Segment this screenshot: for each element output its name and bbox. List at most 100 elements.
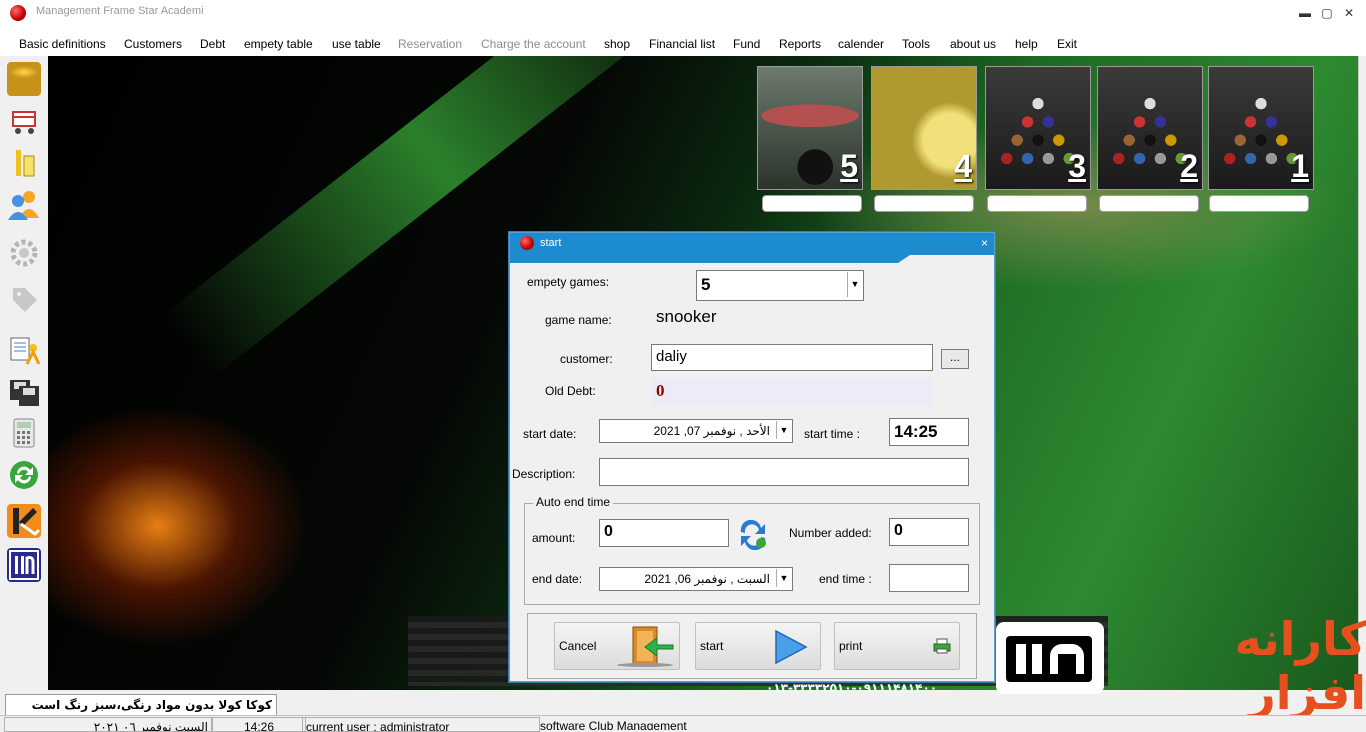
tag-disabled-icon [7, 282, 41, 316]
dialog-title: start [540, 237, 562, 249]
chevron-down-icon[interactable]: ▼ [776, 421, 791, 439]
close-window-button[interactable]: ✕ [1340, 4, 1358, 22]
amount-label: amount: [532, 531, 576, 545]
table-number: 3 [1068, 148, 1086, 184]
table-card-2[interactable]: 2 [1097, 66, 1203, 190]
customer-field[interactable]: daliy [651, 344, 933, 371]
chevron-down-icon[interactable]: ▼ [847, 272, 862, 297]
menu-help[interactable]: help [1015, 37, 1038, 51]
table-status-bar-3[interactable] [987, 195, 1087, 212]
menu-empety-table[interactable]: empety table [244, 37, 313, 51]
dialog-ball-icon [520, 236, 534, 250]
table-card-1[interactable]: 1 [1208, 66, 1314, 190]
refresh-icon[interactable] [7, 458, 41, 492]
status-bar: السبت نوفمبر ٠٦ ٢٠٢١ 14:26 current user … [0, 715, 1366, 732]
right-scroll-strip [1358, 56, 1366, 690]
chevron-down-icon[interactable]: ▼ [776, 569, 791, 587]
ticker-message: کوکا کولا بدون مواد رنگی،سبز رنگ است [5, 694, 277, 716]
customer-label: customer: [560, 352, 613, 366]
menu-about-us[interactable]: about us [950, 37, 996, 51]
start-button-label: start [700, 639, 724, 653]
number-added-label: Number added: [789, 526, 872, 540]
brand-logo-mark [996, 622, 1104, 694]
old-debt-value: 0 [656, 381, 665, 400]
description-field[interactable] [599, 458, 969, 486]
end-time-field[interactable] [889, 564, 969, 592]
start-date-picker[interactable]: الأحد , نوفمبر 07, 2021 ▼ [599, 419, 793, 443]
window-titlebar: Management Frame Star Academi ▬ ▢ ✕ [0, 0, 1366, 27]
play-icon [774, 629, 808, 665]
table-status-bar-1[interactable] [1209, 195, 1309, 212]
dialog-close-button[interactable]: × [981, 236, 988, 250]
start-button[interactable]: start [695, 622, 821, 670]
menu-reports[interactable]: Reports [779, 37, 821, 51]
menu-shop[interactable]: shop [604, 37, 630, 51]
exit-door-icon [613, 625, 675, 667]
auto-end-time-title: Auto end time [533, 495, 614, 509]
end-date-value: السبت , نوفمبر 06, 2021 [644, 572, 770, 586]
start-date-label: start date: [523, 427, 577, 441]
customer-browse-button[interactable]: ... [941, 349, 969, 369]
table-card-5[interactable]: 5 [757, 66, 863, 190]
start-date-value: الأحد , نوفمبر 07, 2021 [653, 424, 770, 438]
menu-tools[interactable]: Tools [902, 37, 930, 51]
printer-icon [933, 637, 951, 655]
amount-value: 0 [604, 523, 613, 540]
number-added-value: 0 [894, 522, 903, 539]
empty-games-value: 5 [701, 275, 711, 294]
empty-games-select[interactable]: 5 ▼ [696, 270, 864, 301]
calculator-icon[interactable] [7, 416, 41, 450]
drink-icon[interactable] [7, 146, 41, 180]
table-status-bar-2[interactable] [1099, 195, 1199, 212]
game-name-value: snooker [656, 307, 717, 326]
description-label: Description: [512, 467, 576, 481]
dialog-button-panel: Cancel start print [527, 613, 977, 679]
start-time-value: 14:25 [894, 422, 938, 441]
menu-use-table[interactable]: use table [332, 37, 381, 51]
k-app-icon[interactable] [7, 504, 41, 538]
menu-basic-definitions[interactable]: Basic definitions [19, 37, 106, 51]
cancel-button[interactable]: Cancel [554, 622, 680, 670]
table-number: 1 [1291, 148, 1309, 184]
contacts-icon[interactable] [7, 332, 41, 366]
cart-icon[interactable] [7, 104, 41, 138]
customer-value: daliy [656, 348, 687, 365]
menu-bar: Basic definitions Customers Debt empety … [0, 26, 1366, 56]
minimize-button[interactable]: ▬ [1296, 4, 1314, 22]
table-card-3[interactable]: 3 [985, 66, 1091, 190]
table-number: 4 [954, 148, 972, 184]
dialog-titlebar: start × [510, 233, 994, 255]
print-button[interactable]: print [834, 622, 960, 670]
tabakh-app-icon[interactable] [7, 548, 41, 582]
window-title: Management Frame Star Academi [36, 5, 204, 17]
menu-calender[interactable]: calender [838, 37, 884, 51]
menu-reservation: Reservation [398, 37, 463, 51]
dialog-header-tab [510, 255, 910, 263]
end-date-label: end date: [532, 572, 583, 586]
menu-customers[interactable]: Customers [124, 37, 182, 51]
menu-fund[interactable]: Fund [733, 37, 760, 51]
end-time-label: end time : [819, 572, 872, 586]
users-icon[interactable] [7, 188, 41, 222]
old-debt-field: 0 [651, 378, 933, 406]
coins-icon[interactable] [7, 62, 41, 96]
amount-field[interactable]: 0 [599, 519, 729, 547]
old-debt-label: Old Debt: [545, 384, 596, 398]
start-time-field[interactable]: 14:25 [889, 418, 969, 446]
table-number: 2 [1180, 148, 1198, 184]
menu-charge-account: Charge the account [481, 37, 586, 51]
maximize-button[interactable]: ▢ [1318, 4, 1336, 22]
convert-refresh-icon[interactable] [737, 519, 769, 551]
table-status-bar-4[interactable] [874, 195, 974, 212]
end-date-picker[interactable]: السبت , نوفمبر 06, 2021 ▼ [599, 567, 793, 591]
table-status-bar-5[interactable] [762, 195, 862, 212]
start-dialog: start × empety games: 5 ▼ game name: sno… [509, 232, 995, 682]
print-button-label: print [839, 639, 863, 653]
menu-exit[interactable]: Exit [1057, 37, 1077, 51]
number-added-field[interactable]: 0 [889, 518, 969, 546]
menu-debt[interactable]: Debt [200, 37, 225, 51]
menu-financial-list[interactable]: Financial list [649, 37, 715, 51]
save-icon[interactable] [7, 374, 41, 408]
left-toolbar [0, 56, 49, 690]
table-card-4[interactable]: 4 [871, 66, 977, 190]
